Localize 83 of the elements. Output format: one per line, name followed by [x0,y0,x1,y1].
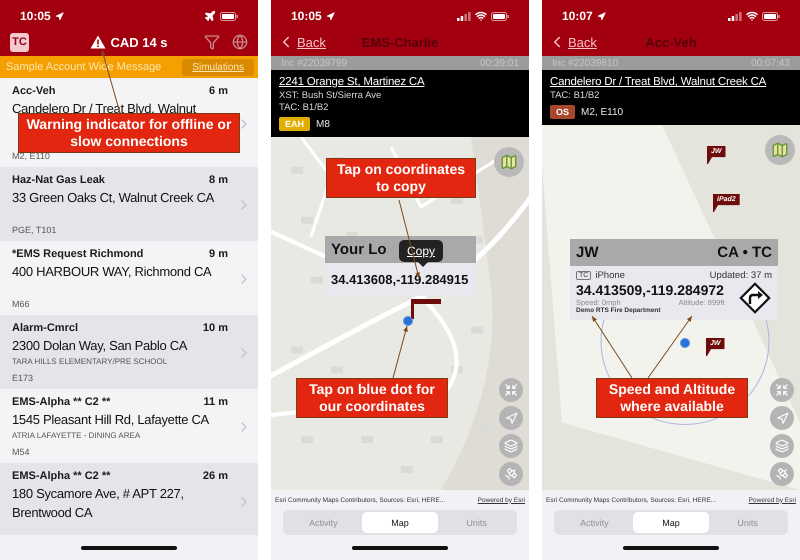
wifi-icon [475,10,487,22]
device-name: iPhone [595,270,625,281]
incident-detail: TAC: B1/B2 [279,102,330,114]
incident-units: E173 [12,372,34,385]
incident-units: M2, E110 [12,150,51,163]
navigation-icon [504,412,518,424]
coordinates-text[interactable]: 34.413509,-119.284972 [576,282,724,298]
status-badge: OS [550,105,576,119]
incident-units: M66 [12,298,31,311]
annotation-callout: Tap on coordinates to copy [326,158,476,198]
incident-address: 1545 Pleasant Hill Rd, Lafayette CA [12,411,210,429]
layers-icon [504,439,518,453]
location-arrow-icon [326,12,335,20]
location-arrow-icon [54,12,64,20]
incident-row[interactable]: Alarm-Cmrcl 10 m 2300 Dolan Way, San Pablo CA TARA HILLS ELEMENTARY/PRE SCHOOL E173 [0,315,258,389]
incident-type: EMS-Alpha ** C2 ** [12,395,110,409]
incident-type: EMS-Alpha ** C2 ** [12,469,110,483]
incident-location: ATRIA LAFAYETTE - DINING AREA [12,430,142,442]
incident-location: TARA HILLS ELEMENTARY/PRE SCHOOL [12,356,168,368]
incident-age: 6 m [209,84,228,98]
battery-icon [491,12,509,20]
popup-title: Your Lo [331,241,387,258]
incident-age: 26 m [202,469,228,483]
incident-type: Acc-Veh [12,84,56,98]
updated-text: Updated: 37 m [710,270,772,281]
leader-line [392,326,408,378]
incident-age: 8 m [209,173,228,187]
screen-title: Acc-Veh [645,34,697,50]
leader-line [648,316,692,378]
incident-address: 180 Sycamore Ave, # APT 227, Brentwood CA [12,485,185,522]
status-badge: EAH [279,117,310,131]
battery-icon [762,12,780,20]
tooltip-pointer [418,262,428,267]
incident-units: M8 [316,118,330,130]
view-tab[interactable]: Map [632,512,710,533]
leader-line [592,316,632,378]
navigation-icon [776,412,788,424]
status-time: 10:05 [20,9,51,23]
popup-title: JW [576,244,598,261]
satellite-icon [775,467,789,481]
incident-units: M2, E110 [581,106,624,118]
layers-icon [775,439,789,453]
globe-icon[interactable] [232,34,248,50]
incident-type: *EMS Request Richmond [12,247,144,261]
incident-row[interactable]: EMS-Alpha ** C2 ** 26 m 180 Sycamore Ave, # APT 227, Brentwood CA [0,463,258,535]
annotation-callout: Tap on blue dot for our coordinates [296,378,448,418]
incident-units: PGE, T101 [12,224,58,237]
view-tab[interactable]: Map [362,512,438,533]
incident-type: Haz-Nat Gas Leak [12,173,105,187]
coordinates-text[interactable]: 34.413608,-119.284915 [325,263,476,296]
shrink-icon [504,383,518,397]
incident-type: Alarm-Cmrcl [12,321,78,335]
back-button[interactable]: Back [277,33,326,51]
connection-status: CAD 14 s [110,34,168,50]
map-icon [771,141,789,159]
incident-address: 33 Green Oaks Ct, Walnut Creek CA [12,189,216,207]
battery-icon [220,12,238,20]
filter-icon[interactable] [204,34,220,50]
popup-region: CA • TC [717,244,772,261]
back-button[interactable]: Back [548,33,597,51]
shrink-icon [775,383,789,397]
map-icon [500,153,518,171]
location-arrow-icon [596,12,606,20]
incident-age: 10 m [202,321,228,335]
copy-button[interactable]: Copy [399,240,444,262]
satellite-icon [504,467,518,481]
app-badge[interactable]: TC [10,32,29,52]
incident-units: M54 [12,446,31,459]
incident-address[interactable]: 2241 Orange St, Martinez CA [279,75,521,90]
status-time: 10:05 [291,9,322,23]
incident-age: 11 m [204,395,228,409]
incident-address: 2300 Dolan Way, San Pablo CA [12,337,188,355]
incident-row[interactable]: Haz-Nat Gas Leak 8 m 33 Green Oaks Ct, Walnut Creek CA PGE, T101 [0,167,258,241]
incident-age: 9 m [209,247,228,261]
incident-detail: XST: Bush St/Sierra Ave [279,90,382,102]
wifi-icon [746,10,758,22]
annotation-callout: Speed and Altitude where available [596,378,748,418]
screen-title: EMS-Charlie [362,34,438,50]
incident-address: 400 HARBOUR WAY, Richmond CA [12,263,212,281]
status-time: 10:07 [562,9,593,23]
incident-address[interactable]: Candelero Dr / Treat Blvd, Walnut Creek CA [550,75,792,90]
incident-detail: TAC: B1/B2 [550,90,600,102]
annotation-callout: Warning indicator for offline or slow connections [18,113,240,153]
